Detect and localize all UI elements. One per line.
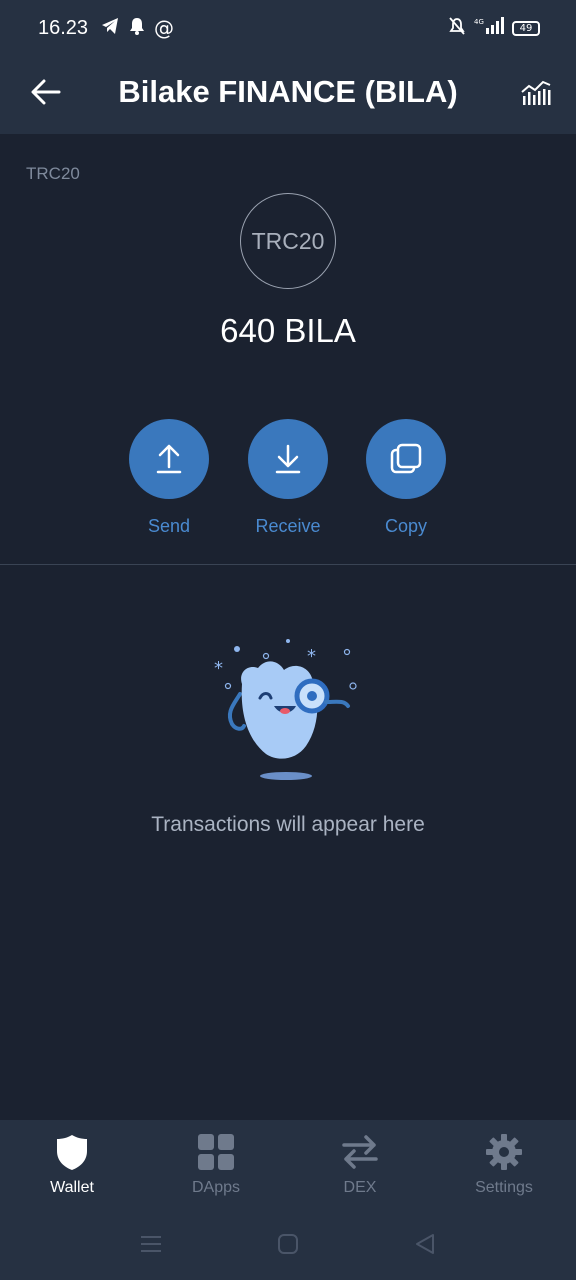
action-buttons: Send Receive Copy — [0, 419, 576, 549]
receive-button[interactable]: Receive — [228, 419, 348, 537]
token-standard-label: TRC20 — [26, 164, 80, 183]
token-logo-text: TRC20 — [251, 227, 325, 254]
receive-circle[interactable] — [248, 419, 328, 499]
token-balance: 640 BILA — [220, 312, 356, 349]
grid-icon — [198, 1134, 234, 1170]
bell-off-icon — [448, 16, 466, 41]
shield-icon — [57, 1135, 87, 1170]
upload-arrow-icon — [156, 444, 182, 474]
chart-icon — [521, 80, 551, 105]
send-button[interactable]: Send — [109, 419, 229, 537]
copy-button[interactable]: Copy — [346, 419, 466, 537]
svg-text:4G: 4G — [474, 18, 484, 26]
copy-label: Copy — [384, 516, 428, 536]
nav-label-settings: Settings — [475, 1179, 533, 1196]
battery-icon: 49 — [512, 20, 540, 36]
arrow-left-icon — [31, 79, 61, 105]
copy-icon — [390, 443, 422, 474]
home-button[interactable] — [276, 1232, 300, 1256]
nav-label-wallet: Wallet — [50, 1179, 94, 1196]
send-circle[interactable] — [129, 419, 209, 499]
header: Bilake FINANCE (BILA) — [0, 56, 576, 134]
receive-label: Receive — [255, 516, 321, 536]
download-arrow-icon — [275, 444, 301, 474]
menu-lines-icon — [141, 1236, 161, 1252]
signal-icon: 4G — [474, 16, 504, 41]
back-button[interactable] — [26, 72, 66, 112]
page-title: Bilake FINANCE (BILA) — [118, 74, 458, 109]
nav-item-dex[interactable]: DEX — [300, 1132, 420, 1197]
nav-item-dapps[interactable]: DApps — [156, 1132, 276, 1197]
status-bar: 16.23 @ 4G 49 — [0, 0, 576, 56]
svg-text:*: * — [214, 658, 223, 679]
status-time: 16.23 — [38, 17, 89, 39]
price-chart-button[interactable] — [516, 72, 556, 112]
nav-item-settings[interactable]: Settings — [444, 1132, 564, 1197]
triangle-back-icon — [416, 1234, 434, 1254]
svg-text:*: * — [307, 646, 316, 667]
nav-item-wallet[interactable]: Wallet — [12, 1132, 132, 1197]
token-logo: TRC20 — [240, 193, 336, 289]
wallet-token-screen: 16.23 @ 4G 49 Bilake FINANCE (BILA) TRC2… — [0, 0, 576, 1280]
nav-label-dapps: DApps — [191, 1179, 241, 1196]
gear-icon — [486, 1134, 522, 1170]
bottom-nav: Wallet DApps DEX Settings — [0, 1120, 576, 1208]
at-sign-icon: @ — [154, 16, 174, 40]
status-left-icons: @ — [100, 16, 174, 40]
nav-label-dex: DEX — [343, 1179, 377, 1196]
bell-icon — [128, 16, 146, 41]
square-icon — [278, 1234, 298, 1254]
empty-state-mascot-illustration: * * — [214, 639, 357, 780]
telegram-icon — [100, 16, 120, 41]
empty-state-message: Transactions will appear here — [151, 813, 425, 836]
back-system-button[interactable] — [413, 1232, 437, 1256]
system-nav-bar — [0, 1208, 576, 1280]
section-divider — [0, 564, 576, 565]
recent-apps-button[interactable] — [139, 1232, 163, 1256]
send-label: Send — [147, 516, 191, 536]
copy-circle[interactable] — [366, 419, 446, 499]
status-right-icons: 4G 49 — [448, 16, 540, 40]
swap-arrows-icon — [342, 1135, 378, 1169]
